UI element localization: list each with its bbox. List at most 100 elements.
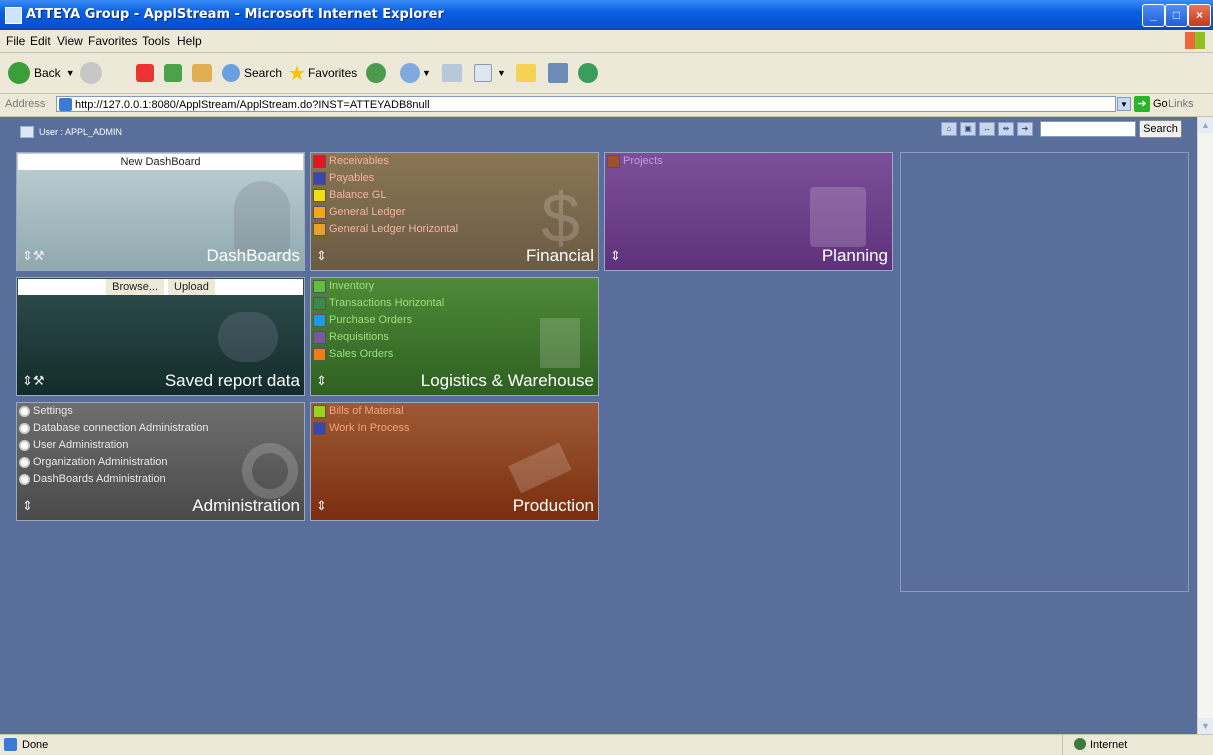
list-item[interactable]: Receivables: [313, 155, 389, 168]
close-button[interactable]: ×: [1188, 4, 1211, 27]
list-item[interactable]: Inventory: [313, 280, 374, 293]
messenger-button[interactable]: [578, 61, 598, 85]
stop-button[interactable]: [136, 61, 154, 85]
list-item[interactable]: Organization Administration: [19, 456, 168, 469]
list-item[interactable]: Projects: [607, 155, 663, 168]
upload-button[interactable]: Upload: [168, 279, 215, 295]
tile-controls-icon[interactable]: ⇕: [610, 248, 621, 264]
tile-financial[interactable]: $ Receivables Payables Balance GL Genera…: [310, 152, 599, 271]
work-in-process-color-icon: [313, 422, 326, 435]
go-button[interactable]: ➔ Go: [1134, 96, 1168, 112]
print-button[interactable]: [442, 61, 462, 85]
scroll-up-arrow-icon[interactable]: ▲: [1198, 117, 1213, 133]
scroll-down-arrow-icon[interactable]: ▼: [1198, 718, 1213, 734]
tile-controls-icon[interactable]: ⇕: [316, 248, 327, 264]
tile-controls-icon[interactable]: ⇕: [22, 498, 33, 514]
tile-dashboards[interactable]: New DashBoard ⇕⚒ DashBoards: [16, 152, 305, 271]
tile-planning[interactable]: Projects ⇕ Planning: [604, 152, 893, 271]
list-item[interactable]: Payables: [313, 172, 374, 185]
lock-icon[interactable]: ▣: [960, 122, 976, 136]
back-button[interactable]: Back ▼: [8, 61, 75, 85]
edit-word-button[interactable]: ▼: [474, 61, 506, 85]
sales-orders-color-icon: [313, 348, 326, 361]
tile-controls-icon[interactable]: ⇕⚒: [22, 373, 45, 389]
list-item[interactable]: Work In Process: [313, 422, 410, 435]
browser-toolbar: Back ▼ Search ★ Favorites ▼ ▼: [0, 53, 1213, 94]
list-item[interactable]: User Administration: [19, 439, 128, 452]
list-item[interactable]: Bills of Material: [313, 405, 404, 418]
menu-help[interactable]: Help: [177, 34, 202, 48]
forward-button[interactable]: [80, 61, 102, 85]
list-item[interactable]: Transactions Horizontal: [313, 297, 444, 310]
tile-saved-report-data[interactable]: Browse... Upload ⇕⚒ Saved report data: [16, 277, 305, 396]
tile-title[interactable]: Production: [513, 496, 594, 516]
address-input[interactable]: http://127.0.0.1:8080/ApplStream/ApplStr…: [56, 96, 1116, 112]
address-bar: Address http://127.0.0.1:8080/ApplStream…: [0, 94, 1213, 117]
research-button[interactable]: [548, 61, 568, 85]
menu-favorites[interactable]: Favorites: [88, 34, 137, 48]
tile-controls-icon[interactable]: ⇕: [316, 498, 327, 514]
tile-controls-icon[interactable]: ⇕: [316, 373, 327, 389]
minimize-button[interactable]: _: [1142, 4, 1165, 27]
favorites-label: Favorites: [307, 66, 358, 80]
projects-color-icon: [607, 155, 620, 168]
history-button[interactable]: [366, 61, 386, 85]
resize-icon[interactable]: ⇹: [998, 122, 1014, 136]
list-item[interactable]: Requisitions: [313, 331, 389, 344]
menu-file[interactable]: File: [6, 34, 25, 48]
links-button[interactable]: Links: [1168, 98, 1194, 110]
search-label: Search: [244, 66, 283, 80]
window-title: ATTEYA Group - ApplStream - Microsoft In…: [26, 7, 444, 22]
address-label: Address: [5, 98, 46, 110]
tile-title[interactable]: DashBoards: [206, 246, 300, 266]
window-title-bar[interactable]: ATTEYA Group - ApplStream - Microsoft In…: [0, 0, 1213, 30]
menu-tools[interactable]: Tools: [142, 34, 170, 48]
tile-title[interactable]: Saved report data: [165, 371, 300, 391]
list-item[interactable]: Settings: [19, 405, 73, 418]
address-dropdown-button[interactable]: ▼: [1117, 97, 1131, 111]
list-item[interactable]: General Ledger Horizontal: [313, 223, 458, 236]
user-info: User : APPL_ADMIN: [20, 126, 122, 138]
list-item[interactable]: DashBoards Administration: [19, 473, 166, 486]
list-item[interactable]: Database connection Administration: [19, 422, 209, 435]
tile-logistics-warehouse[interactable]: Inventory Transactions Horizontal Purcha…: [310, 277, 599, 396]
favorites-button[interactable]: ★ Favorites: [288, 61, 357, 85]
home-button[interactable]: [192, 61, 212, 85]
menu-view[interactable]: View: [57, 34, 83, 48]
go-arrow-icon: ➔: [1134, 96, 1150, 112]
bills-of-material-color-icon: [313, 405, 326, 418]
mail-button[interactable]: ▼: [400, 61, 431, 85]
tile-administration[interactable]: Settings Database connection Administrat…: [16, 402, 305, 521]
tile-title[interactable]: Logistics & Warehouse: [421, 371, 594, 391]
back-arrow-icon: [8, 62, 30, 84]
logout-icon[interactable]: ➜: [1017, 122, 1033, 136]
refresh-button[interactable]: [164, 61, 182, 85]
maximize-button[interactable]: □: [1165, 4, 1188, 27]
tile-controls-icon[interactable]: ⇕⚒: [22, 248, 45, 264]
tile-production[interactable]: Bills of Material Work In Process ⇕ Prod…: [310, 402, 599, 521]
item-label: Projects: [623, 155, 663, 167]
list-item[interactable]: Purchase Orders: [313, 314, 412, 327]
list-item[interactable]: Balance GL: [313, 189, 386, 202]
home-icon[interactable]: ⌂: [941, 122, 957, 136]
search-submit-button[interactable]: Search: [1139, 120, 1182, 138]
folder-icon: [516, 64, 536, 82]
status-bar: Done Internet: [0, 734, 1213, 755]
list-item[interactable]: General Ledger: [313, 206, 405, 219]
tile-title[interactable]: Financial: [526, 246, 594, 266]
tile-title[interactable]: Administration: [192, 496, 300, 516]
item-label: Requisitions: [329, 331, 389, 343]
expand-icon[interactable]: ↔: [979, 122, 995, 136]
new-dashboard-button[interactable]: New DashBoard: [18, 154, 303, 170]
receivables-color-icon: [313, 155, 326, 168]
menu-edit[interactable]: Edit: [30, 34, 51, 48]
discuss-button[interactable]: [516, 61, 536, 85]
browse-button[interactable]: Browse...: [106, 279, 164, 295]
address-url: http://127.0.0.1:8080/ApplStream/ApplStr…: [75, 99, 430, 111]
vertical-scrollbar[interactable]: ▲ ▼: [1197, 117, 1213, 734]
search-input[interactable]: [1040, 121, 1136, 137]
list-item[interactable]: Sales Orders: [313, 348, 393, 361]
tile-title[interactable]: Planning: [822, 246, 888, 266]
person-watermark-icon: [234, 181, 290, 253]
search-button[interactable]: Search: [222, 61, 282, 85]
